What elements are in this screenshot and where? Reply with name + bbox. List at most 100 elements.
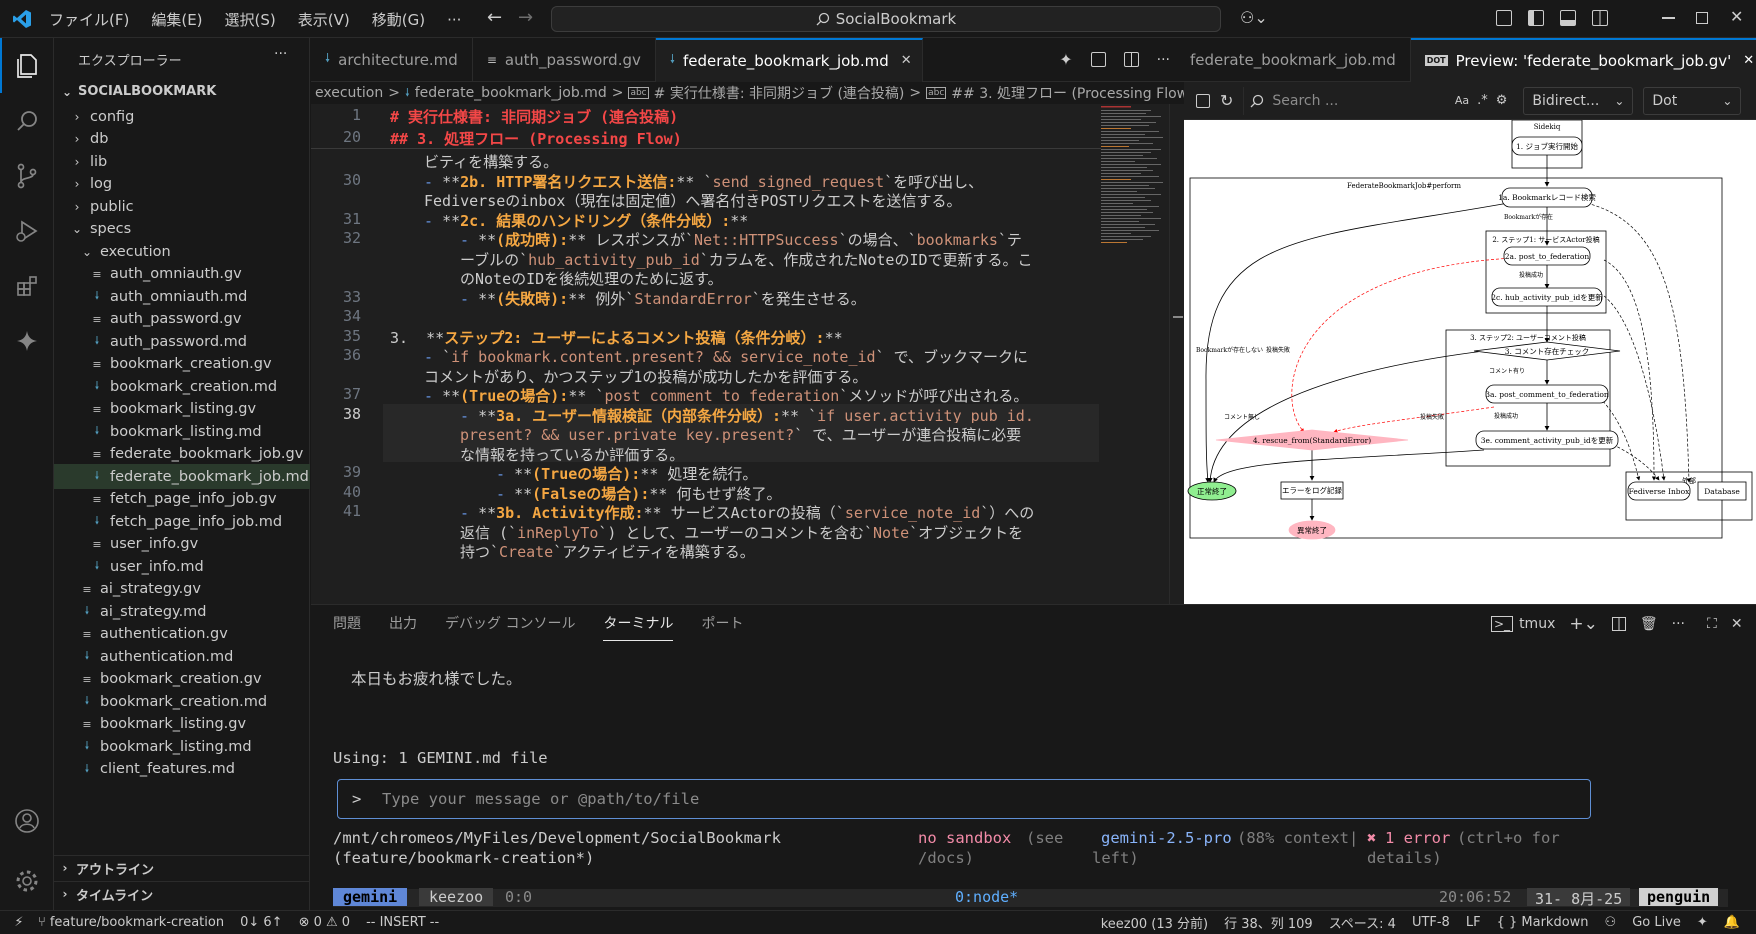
gemini-sparkle-icon[interactable] [0, 313, 54, 368]
new-terminal-icon[interactable]: +⌄ [1569, 614, 1598, 634]
code-line[interactable]: - **3b. Activity作成:** サービスActorの投稿（`serv… [460, 502, 1034, 523]
tree-file[interactable]: ≡ bookmark_creation.gv [54, 667, 310, 692]
tree-file[interactable]: ≡ auth_omniauth.gv [54, 262, 310, 287]
menu-go[interactable]: 移動(G) [372, 9, 425, 30]
status-problems[interactable]: ⊗ 0 ⚠ 0 [299, 915, 351, 930]
status-eol[interactable]: LF [1466, 915, 1481, 930]
explorer-icon[interactable] [0, 38, 54, 93]
search-view-icon[interactable] [0, 93, 54, 148]
tree-file[interactable]: ≡ bookmark_listing.gv [54, 397, 310, 422]
maximize-panel-icon[interactable]: ⛶ [1707, 616, 1717, 632]
code-line[interactable]: Fediverseのinbox（現在は固定値）へ署名付きPOSTリクエストを送信… [424, 190, 962, 211]
close-window-icon[interactable]: ✕ [1730, 7, 1743, 26]
status-go-live[interactable]: Go Live [1632, 915, 1681, 930]
account-icon[interactable] [0, 793, 54, 848]
timeline-section[interactable]: › タイムライン [54, 881, 310, 906]
status-indentation[interactable]: スペース: 4 [1329, 913, 1396, 932]
tree-folder[interactable]: › config [54, 104, 310, 129]
tab-close-icon[interactable]: ✕ [901, 53, 912, 68]
filter-icon[interactable]: ⚙ [1496, 93, 1508, 108]
tree-file[interactable]: 🠗 client_features.md [54, 757, 310, 782]
tree-folder[interactable]: › db [54, 127, 310, 152]
tree-file[interactable]: 🠗 authentication.md [54, 644, 310, 669]
tree-file[interactable]: ≡ ai_strategy.gv [54, 577, 310, 602]
engine-select[interactable]: Dot ⌄ [1643, 86, 1742, 115]
extensions-icon[interactable] [0, 258, 54, 313]
tree-folder[interactable]: ⌄ specs [54, 217, 310, 242]
code-line[interactable]: - **2b. HTTP署名リクエスト送信:** `send_signed_re… [424, 171, 983, 192]
tree-file[interactable]: ≡ authentication.gv [54, 622, 310, 647]
terminal-shell-label[interactable]: tmux [1519, 616, 1555, 632]
tree-file[interactable]: 🠗 bookmark_listing.md [54, 419, 310, 444]
tree-file[interactable]: 🠗 auth_password.md [54, 329, 310, 354]
outline-section[interactable]: › アウトライン [54, 855, 310, 880]
tree-file[interactable]: 🠗 bookmark_listing.md [54, 734, 310, 759]
tree-file[interactable]: 🠗 federate_bookmark_job.md [54, 464, 310, 489]
tree-file[interactable]: ≡ user_info.gv [54, 532, 310, 557]
sticky-heading-1[interactable]: # 実行仕様書: 非同期ジョブ (連合投稿) [390, 106, 678, 127]
gemini-status-icon[interactable]: ✦ [1697, 915, 1708, 930]
panel-tab-problems[interactable]: 問題 [333, 605, 361, 641]
menu-file[interactable]: ファイル(F) [49, 9, 129, 30]
command-center[interactable]: SocialBookmark [551, 6, 1221, 32]
toggle-secondary-sidebar-icon[interactable] [1592, 10, 1608, 26]
tab-preview-gv[interactable]: DOT Preview: 'federate_bookmark_job.gv' … [1410, 37, 1756, 82]
more-actions-icon[interactable]: ··· [1157, 52, 1170, 68]
breadcrumb-item[interactable]: # 実行仕様書: 非同期ジョブ (連合投稿) [654, 83, 905, 103]
copilot-status-icon[interactable]: ⚇ [1605, 915, 1617, 930]
tree-file[interactable]: 🠗 bookmark_creation.md [54, 689, 310, 714]
status-language[interactable]: { } Markdown [1497, 915, 1589, 930]
open-preview-icon[interactable] [1090, 52, 1106, 67]
source-control-icon[interactable] [0, 148, 54, 203]
status-cursor-position[interactable]: 行 38、列 109 [1224, 913, 1313, 932]
graphviz-preview[interactable]: Sidekiq FederateBookmarkJob#perform 2. ス… [1184, 120, 1756, 604]
preview-search[interactable]: Search ... Aa .* ⚙ [1243, 86, 1513, 115]
workspace-root[interactable]: ⌄ SOCIALBOOKMARK [54, 79, 310, 104]
code-line[interactable]: コメントがあり、かつステップ1の投稿が成功したかを評価する。 [424, 366, 867, 387]
tab-federate-bookmark-job[interactable]: 🠗 federate_bookmark_job.md ✕ [655, 37, 923, 82]
nav-back-icon[interactable]: ← [487, 7, 502, 28]
menu-edit[interactable]: 編集(E) [151, 9, 202, 30]
gemini-sparkle-icon[interactable]: ✦ [1059, 50, 1072, 69]
tree-file[interactable]: ≡ bookmark_listing.gv [54, 712, 310, 737]
tree-folder[interactable]: ⌄ execution [54, 239, 310, 264]
menu-more[interactable]: ··· [447, 11, 461, 29]
breadcrumb-item[interactable]: execution [315, 85, 383, 101]
regex-icon[interactable]: .* [1477, 93, 1488, 108]
tab-close-icon[interactable]: ✕ [1743, 53, 1754, 68]
panel-tab-output[interactable]: 出力 [389, 605, 417, 641]
code-line[interactable]: 3. **ステップ2: ユーザーによるコメント投稿（条件分岐）:** [390, 327, 843, 348]
code-line[interactable]: - **2c. 結果のハンドリング（条件分岐）:** [424, 210, 748, 231]
tree-file[interactable]: ≡ federate_bookmark_job.gv [54, 442, 310, 467]
tree-file[interactable]: 🠗 user_info.md [54, 554, 310, 579]
split-terminal-icon[interactable] [1611, 617, 1626, 631]
code-line[interactable]: - **(成功時):** レスポンスが`Net::HTTPSuccess`の場合… [460, 229, 1022, 250]
customize-layout-icon[interactable] [1496, 10, 1512, 26]
tree-folder[interactable]: › lib [54, 149, 310, 174]
code-line[interactable]: 返信 (`inReplyTo`) として、ユーザーのコメントを含む`Note`オ… [460, 522, 1023, 543]
tree-file[interactable]: ≡ auth_password.gv [54, 307, 310, 332]
panel-tab-terminal[interactable]: ターミナル [603, 605, 674, 641]
scrollbar[interactable] [1169, 104, 1183, 604]
trash-icon[interactable]: 🗑 [1640, 616, 1658, 632]
minimize-icon[interactable] [1662, 17, 1675, 19]
code-line[interactable]: - **(失敗時):** 例外`StandardError`を発生させる。 [460, 288, 866, 309]
panel-more-icon[interactable]: ··· [1672, 616, 1685, 632]
gemini-input-box[interactable]: > Type your message or @path/to/file [337, 779, 1591, 819]
code-line[interactable]: な情報を持っているか評価する。 [460, 444, 684, 465]
panel-tab-ports[interactable]: ポート [701, 605, 743, 641]
tab-auth-password[interactable]: ≡ auth_password.gv [473, 37, 656, 82]
tree-file[interactable]: ≡ bookmark_creation.gv [54, 352, 310, 377]
remote-indicator-icon[interactable]: ⚡ [0, 911, 38, 934]
status-branch[interactable]: feature/bookmark-creation [50, 915, 224, 930]
preview-search-input[interactable]: Search ... [1272, 93, 1446, 109]
status-encoding[interactable]: UTF-8 [1412, 915, 1450, 930]
panel-tab-debug-console[interactable]: デバッグ コンソール [445, 605, 575, 641]
refresh-icon[interactable]: ↻ [1220, 91, 1233, 110]
tree-file[interactable]: 🠗 bookmark_creation.md [54, 374, 310, 399]
restore-icon[interactable] [1696, 12, 1708, 24]
code-line[interactable]: ビティを構築する。 [424, 151, 558, 172]
settings-gear-icon[interactable] [0, 853, 54, 908]
code-line[interactable]: - **(Falseの場合):** 何もせず終了。 [496, 483, 781, 504]
code-line[interactable]: - **(Trueの場合):** 処理を続行。 [496, 463, 757, 484]
